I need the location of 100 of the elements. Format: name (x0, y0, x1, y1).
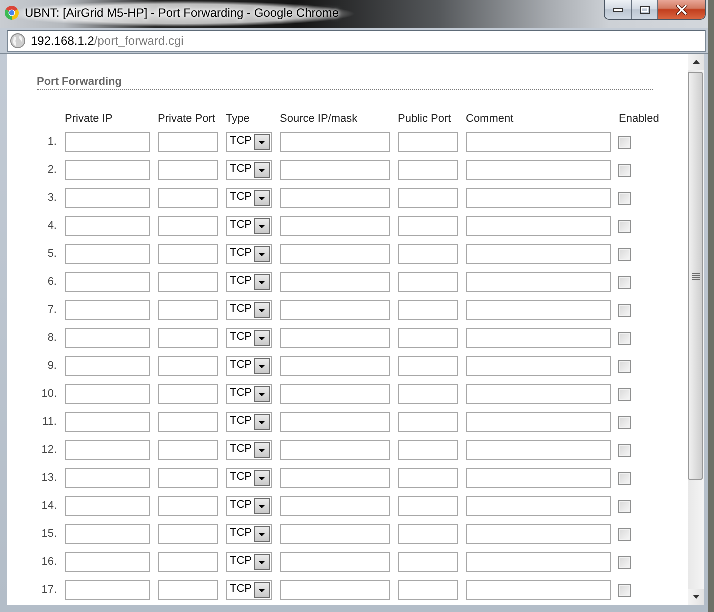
comment-field[interactable] (466, 300, 611, 320)
source-ip-mask-field[interactable] (280, 524, 390, 544)
private-ip-field[interactable] (65, 244, 150, 264)
comment-field[interactable] (466, 356, 611, 376)
public-port-field[interactable] (398, 300, 458, 320)
private-ip-field[interactable] (65, 300, 150, 320)
minimize-button[interactable] (605, 0, 632, 19)
private-port-field[interactable] (158, 384, 218, 404)
enabled-checkbox[interactable] (618, 472, 631, 484)
private-port-field[interactable] (158, 160, 218, 180)
type-dropdown[interactable]: TCP (226, 244, 272, 264)
private-port-field[interactable] (158, 552, 218, 572)
enabled-checkbox[interactable] (618, 500, 631, 512)
public-port-field[interactable] (398, 132, 458, 152)
private-port-field[interactable] (158, 580, 218, 600)
type-dropdown[interactable]: TCP (226, 356, 272, 376)
comment-field[interactable] (466, 412, 611, 432)
public-port-field[interactable] (398, 412, 458, 432)
private-ip-field[interactable] (65, 356, 150, 376)
enabled-checkbox[interactable] (618, 136, 631, 148)
private-ip-field[interactable] (65, 272, 150, 292)
public-port-field[interactable] (398, 384, 458, 404)
source-ip-mask-field[interactable] (280, 272, 390, 292)
public-port-field[interactable] (398, 496, 458, 516)
public-port-field[interactable] (398, 552, 458, 572)
enabled-checkbox[interactable] (618, 192, 631, 204)
public-port-field[interactable] (398, 328, 458, 348)
type-dropdown[interactable]: TCP (226, 272, 272, 292)
source-ip-mask-field[interactable] (280, 468, 390, 488)
enabled-checkbox[interactable] (618, 332, 631, 344)
public-port-field[interactable] (398, 216, 458, 236)
public-port-field[interactable] (398, 524, 458, 544)
source-ip-mask-field[interactable] (280, 160, 390, 180)
source-ip-mask-field[interactable] (280, 580, 390, 600)
enabled-checkbox[interactable] (618, 584, 631, 596)
type-dropdown[interactable]: TCP (226, 524, 272, 544)
private-port-field[interactable] (158, 496, 218, 516)
private-ip-field[interactable] (65, 160, 150, 180)
comment-field[interactable] (466, 272, 611, 292)
private-port-field[interactable] (158, 356, 218, 376)
type-dropdown[interactable]: TCP (226, 216, 272, 236)
private-port-field[interactable] (158, 216, 218, 236)
source-ip-mask-field[interactable] (280, 440, 390, 460)
source-ip-mask-field[interactable] (280, 216, 390, 236)
private-ip-field[interactable] (65, 132, 150, 152)
enabled-checkbox[interactable] (618, 248, 631, 260)
source-ip-mask-field[interactable] (280, 300, 390, 320)
private-port-field[interactable] (158, 440, 218, 460)
public-port-field[interactable] (398, 468, 458, 488)
close-button[interactable] (658, 0, 705, 19)
public-port-field[interactable] (398, 356, 458, 376)
source-ip-mask-field[interactable] (280, 188, 390, 208)
private-ip-field[interactable] (65, 384, 150, 404)
type-dropdown[interactable]: TCP (226, 328, 272, 348)
comment-field[interactable] (466, 244, 611, 264)
comment-field[interactable] (466, 216, 611, 236)
private-ip-field[interactable] (65, 216, 150, 236)
source-ip-mask-field[interactable] (280, 412, 390, 432)
comment-field[interactable] (466, 468, 611, 488)
private-ip-field[interactable] (65, 496, 150, 516)
public-port-field[interactable] (398, 188, 458, 208)
type-dropdown[interactable]: TCP (226, 160, 272, 180)
private-port-field[interactable] (158, 412, 218, 432)
comment-field[interactable] (466, 160, 611, 180)
source-ip-mask-field[interactable] (280, 552, 390, 572)
private-port-field[interactable] (158, 132, 218, 152)
type-dropdown[interactable]: TCP (226, 412, 272, 432)
comment-field[interactable] (466, 440, 611, 460)
private-ip-field[interactable] (65, 188, 150, 208)
private-port-field[interactable] (158, 328, 218, 348)
enabled-checkbox[interactable] (618, 388, 631, 400)
private-port-field[interactable] (158, 300, 218, 320)
source-ip-mask-field[interactable] (280, 356, 390, 376)
source-ip-mask-field[interactable] (280, 132, 390, 152)
enabled-checkbox[interactable] (618, 276, 631, 288)
source-ip-mask-field[interactable] (280, 384, 390, 404)
source-ip-mask-field[interactable] (280, 244, 390, 264)
type-dropdown[interactable]: TCP (226, 132, 272, 152)
private-port-field[interactable] (158, 272, 218, 292)
type-dropdown[interactable]: TCP (226, 496, 272, 516)
type-dropdown[interactable]: TCP (226, 188, 272, 208)
private-ip-field[interactable] (65, 468, 150, 488)
private-port-field[interactable] (158, 468, 218, 488)
public-port-field[interactable] (398, 244, 458, 264)
comment-field[interactable] (466, 552, 611, 572)
private-ip-field[interactable] (65, 440, 150, 460)
private-ip-field[interactable] (65, 412, 150, 432)
scrollbar-thumb[interactable] (688, 72, 703, 480)
type-dropdown[interactable]: TCP (226, 300, 272, 320)
enabled-checkbox[interactable] (618, 556, 631, 568)
comment-field[interactable] (466, 188, 611, 208)
enabled-checkbox[interactable] (618, 444, 631, 456)
public-port-field[interactable] (398, 580, 458, 600)
private-port-field[interactable] (158, 188, 218, 208)
private-ip-field[interactable] (65, 328, 150, 348)
private-ip-field[interactable] (65, 552, 150, 572)
type-dropdown[interactable]: TCP (226, 552, 272, 572)
source-ip-mask-field[interactable] (280, 328, 390, 348)
comment-field[interactable] (466, 132, 611, 152)
comment-field[interactable] (466, 580, 611, 600)
